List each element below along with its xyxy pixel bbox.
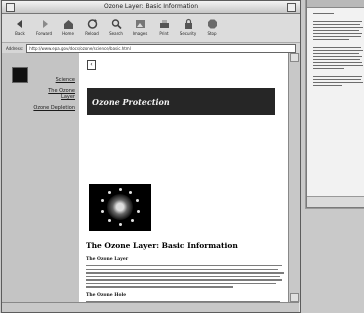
star-icon [119,188,122,191]
reload-button-label: Reload [85,31,99,36]
sidebar-thumbnail[interactable] [12,67,28,83]
stop-button-label: Stop [207,31,217,36]
images-button-label: Images [132,31,148,36]
star-icon [108,191,111,194]
browser-toolbar: Back Forward Home Reload Search Images P… [2,14,300,43]
background-window-titlebar[interactable] [307,0,364,8]
images-button[interactable]: Images [128,16,152,42]
stop-icon [207,19,217,29]
home-icon [63,20,73,29]
globe-image [89,184,151,231]
section-heading-ozone-layer: The Ozone Layer [86,257,129,262]
address-label: Address: [6,46,24,51]
home-button[interactable]: Home [56,16,80,42]
star-icon [119,223,122,226]
security-icon [184,18,192,29]
scroll-up-icon[interactable] [290,53,299,62]
star-icon [101,199,104,202]
forward-button[interactable]: Forward [32,16,56,42]
window-titlebar[interactable]: Ozone Layer: Basic Information [2,1,300,14]
forward-arrow-icon [42,20,48,28]
background-browser-window[interactable] [306,0,364,208]
horizontal-scrollbar[interactable] [2,302,299,312]
page-title: The Ozone Layer: Basic Information [86,241,238,250]
address-field[interactable]: http://www.epa.gov/docs/ozone/science/ba… [26,44,296,53]
sidebar-link-ozone-depletion[interactable]: Ozone Depletion [33,105,75,111]
reload-icon [87,19,97,29]
back-button-label: Back [15,31,25,36]
page-banner: Ozone Protection [87,88,275,115]
reload-button[interactable]: Reload [80,16,104,42]
print-button[interactable]: Print [152,16,176,42]
sidebar-link-ozone-layer[interactable]: The Ozone Layer [35,88,75,100]
images-icon [135,20,145,28]
security-button-label: Security [179,31,197,36]
scroll-down-icon[interactable] [290,293,299,302]
star-icon [136,199,139,202]
stop-button[interactable]: Stop [200,16,224,42]
browser-window: Ozone Layer: Basic Information Back Forw… [1,0,301,313]
home-button-label: Home [62,31,74,36]
search-button[interactable]: Search [104,16,128,42]
section-heading-ozone-hole: The Ozone Hole [86,293,127,298]
star-icon [137,210,140,213]
background-window-scrollbar[interactable] [307,196,364,207]
forward-button-label: Forward [35,31,53,36]
window-title: Ozone Layer: Basic Information [103,3,199,10]
star-icon [129,191,132,194]
vertical-scrollbar[interactable] [288,53,300,302]
back-arrow-icon [16,20,22,28]
banner-title: Ozone Protection [92,97,170,107]
sidebar-link-science[interactable]: Science [56,77,75,83]
print-button-label: Print [159,31,169,36]
page-sidebar: Science The Ozone Layer Ozone Depletion [2,53,79,302]
globe-graphic [107,194,133,220]
security-button[interactable]: Security [176,16,200,42]
paragraph-ozone-layer [86,265,284,290]
page-back-link[interactable]: ‹ [87,60,96,70]
page-content: Science The Ozone Layer Ozone Depletion … [2,53,288,302]
star-icon [108,219,111,222]
main-column: ‹ Ozone Protection The Ozone Layer: Basi… [79,53,288,302]
back-button[interactable]: Back [8,16,32,42]
zoom-box-icon[interactable] [287,3,296,12]
print-icon [159,20,169,28]
star-icon [101,210,104,213]
star-icon [131,219,134,222]
search-icon [111,19,122,30]
background-window-text [313,13,364,88]
search-button-label: Search [109,31,123,36]
